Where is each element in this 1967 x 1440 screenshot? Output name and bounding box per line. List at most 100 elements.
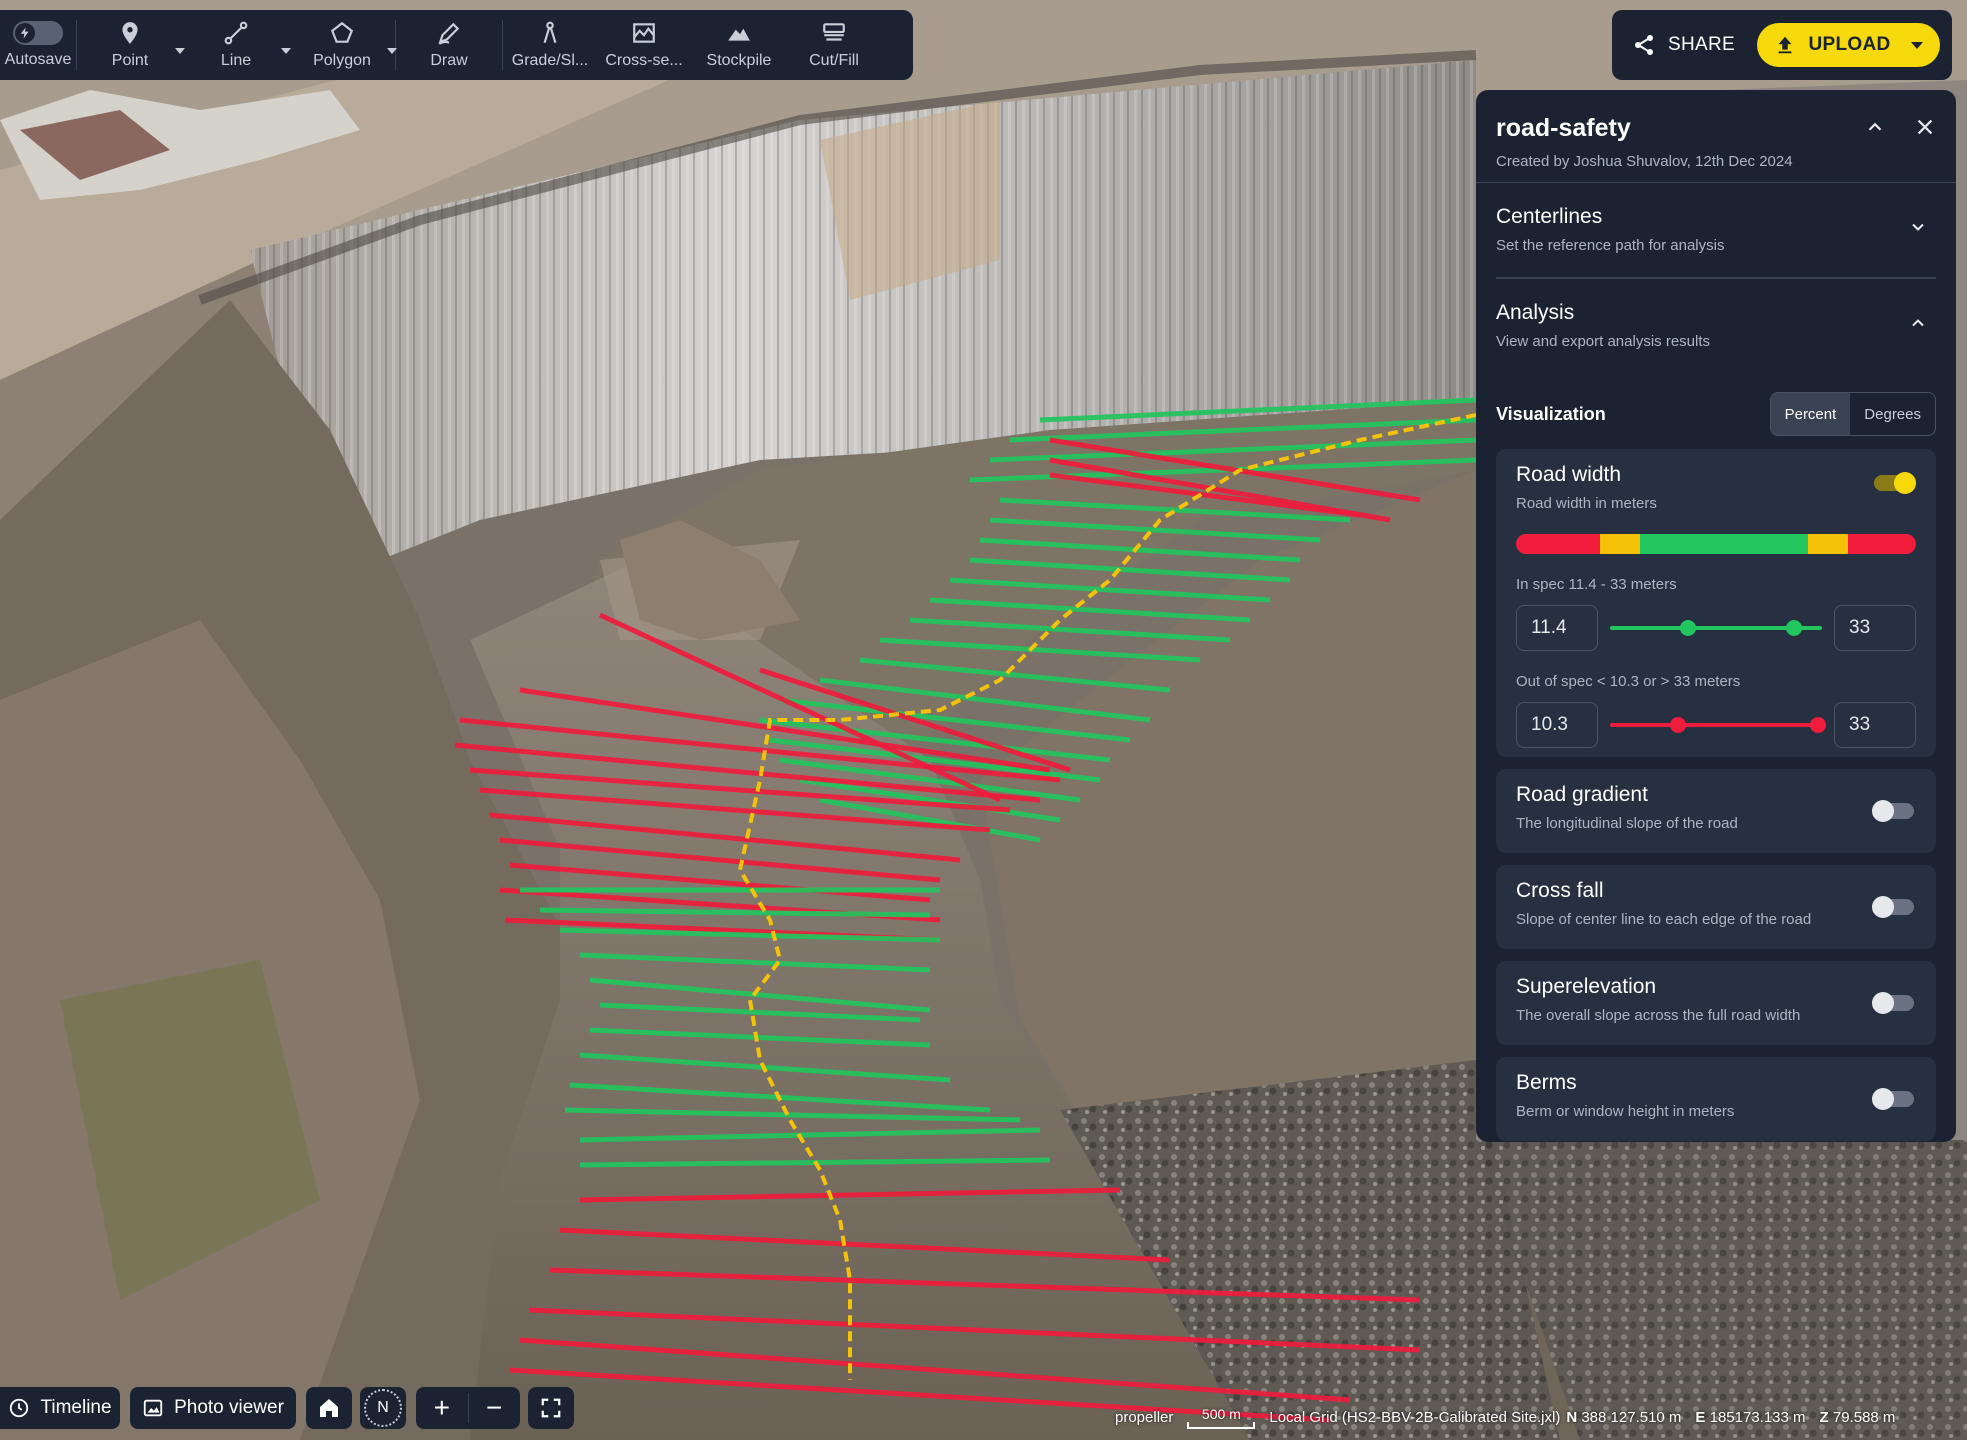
cross-section-icon bbox=[633, 23, 655, 43]
draw-tool[interactable]: Draw bbox=[396, 10, 502, 80]
polygon-tool[interactable]: Polygon bbox=[289, 10, 397, 80]
zoom-controls: + − bbox=[416, 1387, 520, 1429]
in-spec-slider[interactable] bbox=[1610, 605, 1822, 651]
fullscreen-icon bbox=[541, 1398, 561, 1418]
visualization-row: Visualization Percent Degrees bbox=[1496, 391, 1936, 437]
road-width-color-scale bbox=[1516, 534, 1916, 554]
in-spec-min-handle[interactable] bbox=[1680, 620, 1696, 636]
in-spec-max-handle[interactable] bbox=[1786, 620, 1802, 636]
superelevation-subtitle: The overall slope across the full road w… bbox=[1516, 1007, 1801, 1024]
compass-icon: N bbox=[364, 1389, 402, 1427]
superelevation-toggle[interactable] bbox=[1872, 992, 1914, 1014]
grade-slope-tool[interactable]: Grade/Sl... bbox=[503, 10, 597, 80]
home-button[interactable] bbox=[306, 1387, 352, 1429]
z-coordinate: 79.588 m bbox=[1832, 1409, 1896, 1426]
in-spec-max-input[interactable]: 33 bbox=[1834, 605, 1916, 651]
chevron-down-icon[interactable] bbox=[1908, 217, 1928, 237]
road-gradient-subtitle: The longitudinal slope of the road bbox=[1516, 815, 1738, 832]
point-icon bbox=[122, 22, 138, 44]
berms-title: Berms bbox=[1516, 1071, 1577, 1094]
visualization-toggle: Percent Degrees bbox=[1769, 392, 1936, 436]
upload-icon bbox=[1779, 36, 1792, 54]
draw-icon bbox=[438, 22, 460, 45]
e-label: E bbox=[1695, 1409, 1706, 1426]
road-width-subtitle: Road width in meters bbox=[1516, 495, 1657, 512]
out-spec-range: 10.3 33 bbox=[1516, 702, 1916, 748]
road-gradient-card: Road gradient The longitudinal slope of … bbox=[1496, 769, 1936, 853]
chevron-up-icon[interactable] bbox=[1908, 313, 1928, 333]
fullscreen-button[interactable] bbox=[528, 1387, 574, 1429]
percent-option[interactable]: Percent bbox=[1770, 393, 1851, 435]
e-coordinate: 185173.133 m bbox=[1709, 1409, 1806, 1426]
road-width-card: Road width Road width in meters In spec … bbox=[1496, 449, 1936, 757]
point-tool[interactable]: Point bbox=[77, 10, 185, 80]
stockpile-tool[interactable]: Stockpile bbox=[691, 10, 787, 80]
grade-slope-icon bbox=[543, 21, 557, 44]
compass-button[interactable]: N bbox=[360, 1387, 406, 1429]
road-width-title: Road width bbox=[1516, 463, 1622, 486]
cross-fall-toggle[interactable] bbox=[1872, 896, 1914, 918]
photo-icon bbox=[143, 1399, 163, 1417]
line-label: Line bbox=[220, 52, 252, 69]
stockpile-icon bbox=[728, 28, 750, 41]
road-safety-panel: road-safety Created by Joshua Shuvalov, … bbox=[1476, 90, 1956, 1142]
close-icon[interactable] bbox=[1914, 116, 1936, 138]
in-spec-range: 11.4 33 bbox=[1516, 605, 1916, 651]
panel-header: road-safety Created by Joshua Shuvalov, … bbox=[1496, 90, 1936, 182]
road-gradient-title: Road gradient bbox=[1516, 783, 1648, 806]
cross-section-tool[interactable]: Cross-se... bbox=[597, 10, 691, 80]
zoom-in-icon[interactable]: + bbox=[416, 1392, 468, 1424]
scale-bar: 500 m bbox=[1187, 1406, 1256, 1429]
grid-label: Local Grid (HS2-BBV-2B-Calibrated Site.j… bbox=[1269, 1409, 1561, 1426]
zoom-out-icon[interactable]: − bbox=[468, 1392, 520, 1424]
out-spec-min-input[interactable]: 10.3 bbox=[1516, 702, 1598, 748]
panel-subtitle: Created by Joshua Shuvalov, 12th Dec 202… bbox=[1496, 153, 1793, 170]
stockpile-label: Stockpile bbox=[706, 52, 772, 69]
road-gradient-toggle[interactable] bbox=[1872, 800, 1914, 822]
cut-fill-tool[interactable]: Cut/Fill bbox=[787, 10, 881, 80]
out-spec-min-handle[interactable] bbox=[1670, 717, 1686, 733]
analysis-section[interactable]: Analysis View and export analysis result… bbox=[1496, 279, 1936, 373]
out-spec-max-input[interactable]: 33 bbox=[1834, 702, 1916, 748]
share-button[interactable]: SHARE bbox=[1632, 33, 1735, 57]
analysis-title: Analysis bbox=[1496, 301, 1575, 324]
berms-subtitle: Berm or window height in meters bbox=[1516, 1103, 1735, 1120]
centerlines-title: Centerlines bbox=[1496, 205, 1603, 228]
polygon-label: Polygon bbox=[313, 52, 371, 69]
n-label: N bbox=[1566, 1409, 1578, 1426]
road-width-toggle[interactable] bbox=[1874, 472, 1916, 494]
autosave-label: Autosave bbox=[4, 51, 72, 68]
autosave-toggle[interactable]: Autosave bbox=[0, 10, 76, 80]
degrees-option[interactable]: Degrees bbox=[1850, 393, 1935, 435]
out-spec-slider[interactable] bbox=[1610, 702, 1826, 748]
upload-label: UPLOAD bbox=[1808, 34, 1891, 55]
out-spec-max-handle[interactable] bbox=[1810, 717, 1826, 733]
timeline-icon bbox=[10, 1398, 29, 1418]
measure-toolbar: Autosave Point Line Polygon Draw Grade/S… bbox=[0, 10, 913, 80]
point-label: Point bbox=[111, 52, 149, 69]
in-spec-label: In spec 11.4 - 33 meters bbox=[1516, 576, 1677, 593]
timeline-button[interactable]: Timeline bbox=[0, 1387, 120, 1429]
line-icon bbox=[224, 21, 248, 45]
scale-label: 500 m bbox=[1201, 1406, 1241, 1422]
cross-section-label: Cross-se... bbox=[605, 52, 683, 69]
polygon-icon bbox=[330, 21, 354, 43]
out-spec-label: Out of spec < 10.3 or > 33 meters bbox=[1516, 673, 1741, 690]
autosave-icon bbox=[13, 21, 63, 45]
n-coordinate: 388 127.510 m bbox=[1581, 1409, 1682, 1426]
photo-viewer-label: Photo viewer bbox=[174, 1397, 284, 1418]
berms-toggle[interactable] bbox=[1872, 1088, 1914, 1110]
home-icon bbox=[320, 1399, 338, 1417]
collapse-icon[interactable] bbox=[1864, 116, 1886, 138]
propeller-logo: propeller bbox=[1115, 1409, 1174, 1426]
centerlines-section[interactable]: Centerlines Set the reference path for a… bbox=[1496, 183, 1936, 277]
upload-button[interactable]: UPLOAD bbox=[1756, 23, 1940, 67]
timeline-label: Timeline bbox=[40, 1397, 112, 1418]
upload-dropdown-icon[interactable] bbox=[1910, 41, 1923, 49]
berms-card: Berms Berm or window height in meters bbox=[1496, 1057, 1936, 1141]
share-label: SHARE bbox=[1668, 34, 1735, 55]
cut-fill-label: Cut/Fill bbox=[809, 52, 859, 69]
line-tool[interactable]: Line bbox=[183, 10, 291, 80]
in-spec-min-input[interactable]: 11.4 bbox=[1516, 605, 1598, 651]
photo-viewer-button[interactable]: Photo viewer bbox=[130, 1387, 296, 1429]
